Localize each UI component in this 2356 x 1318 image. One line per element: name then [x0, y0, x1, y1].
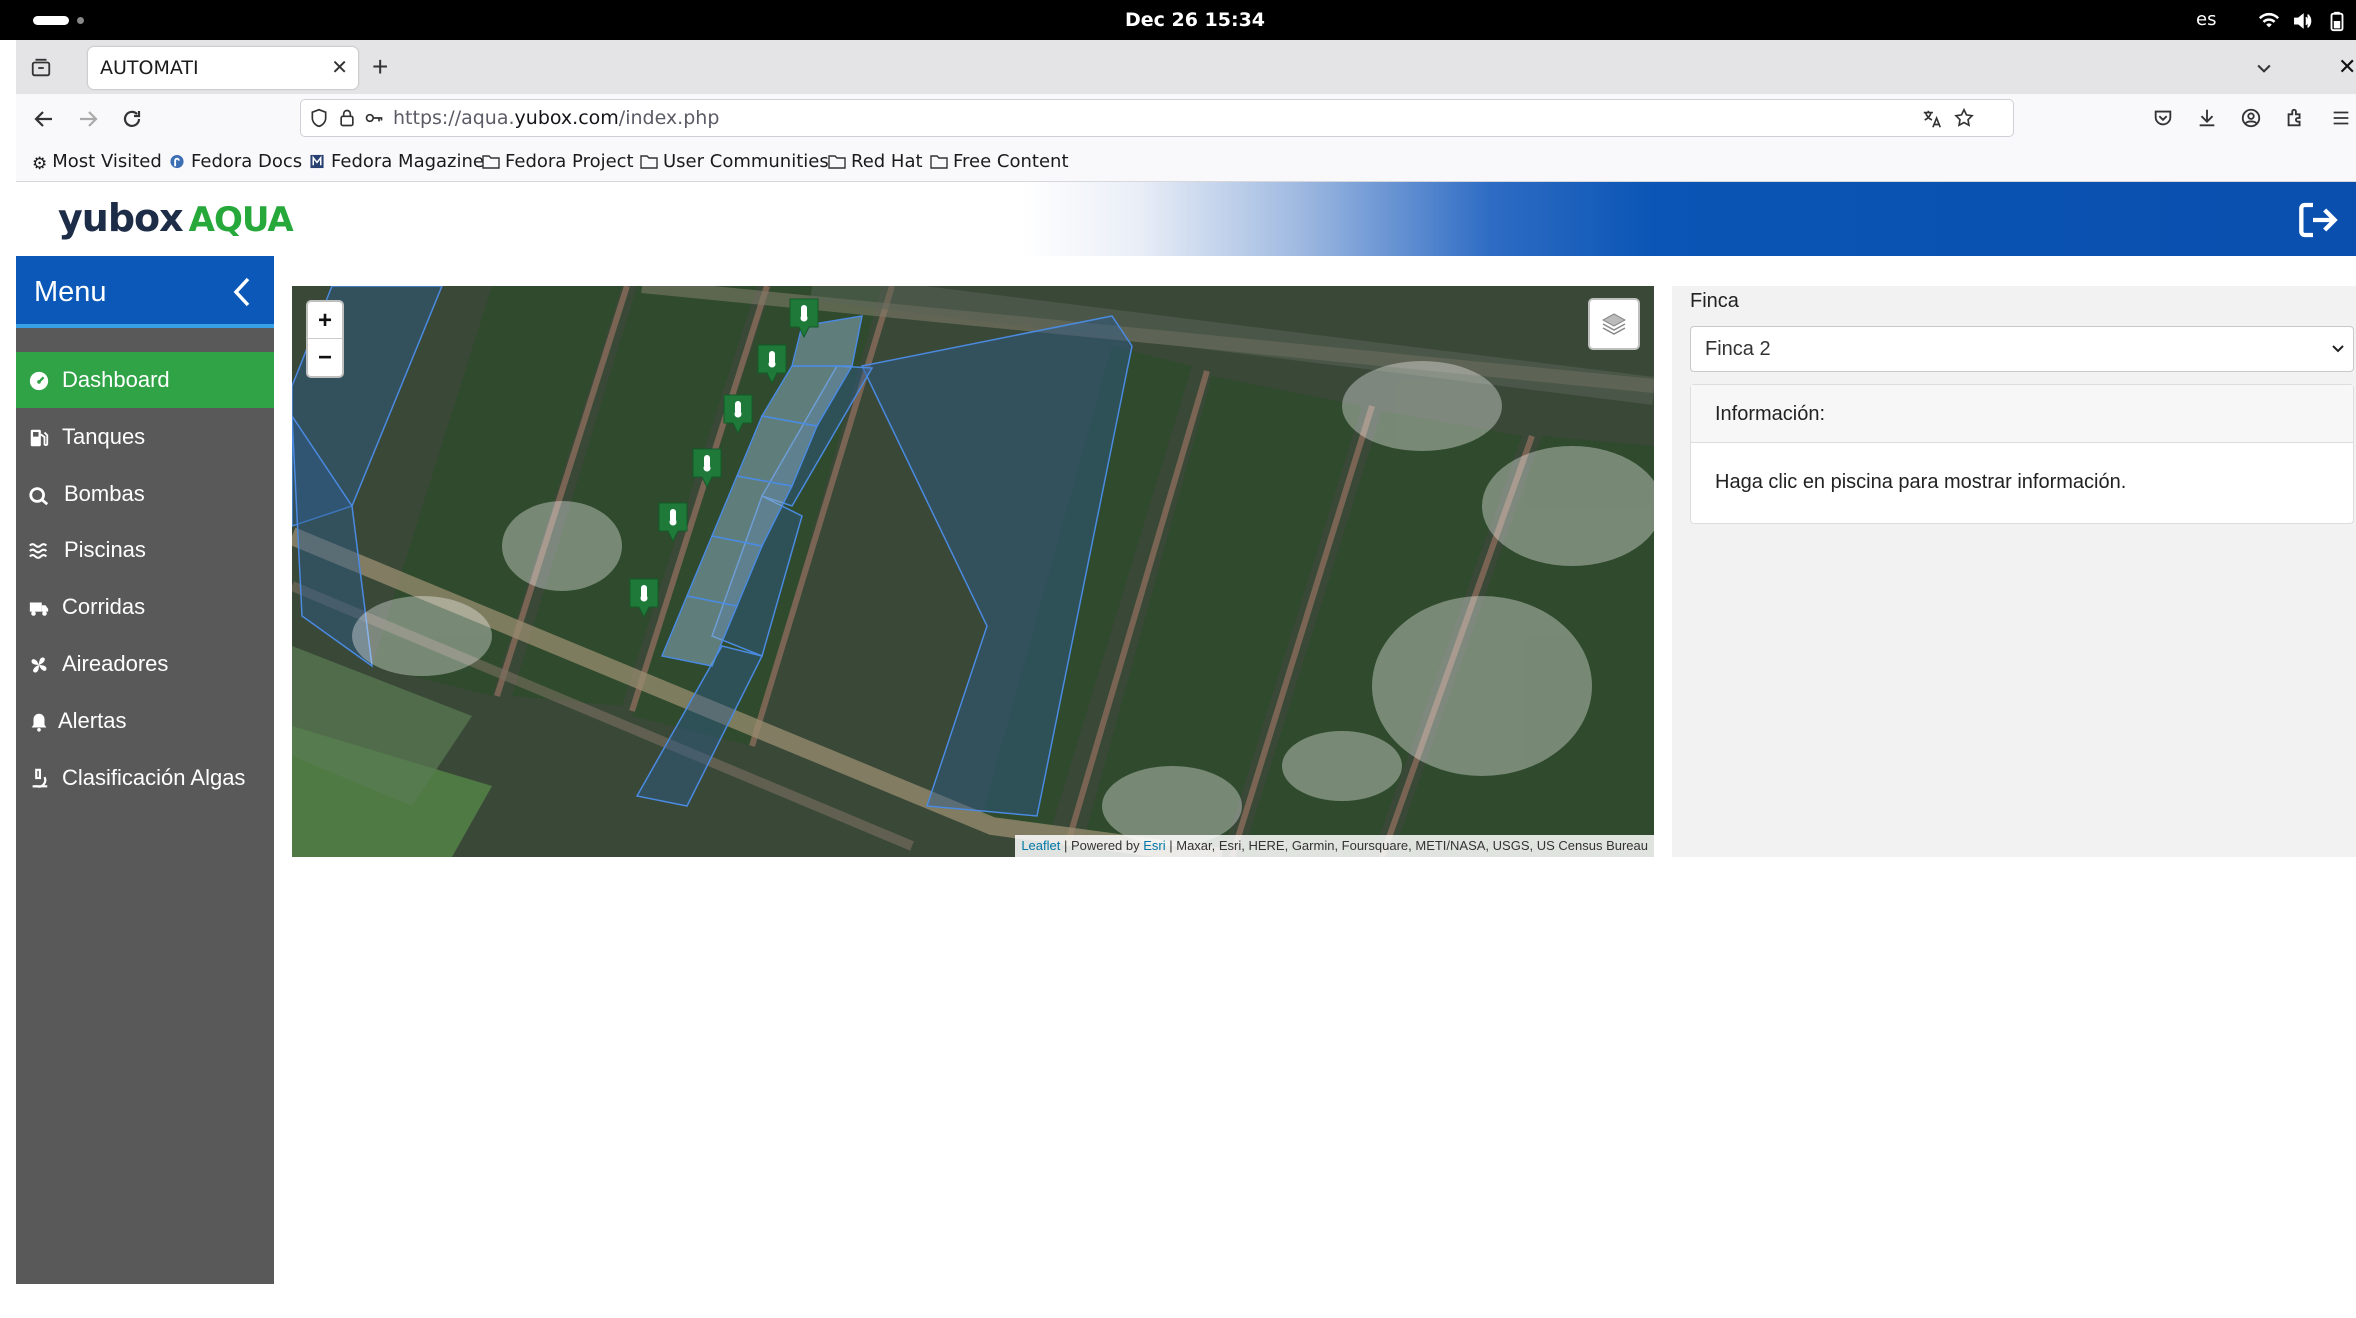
forward-arrow-icon[interactable]: [76, 107, 100, 131]
leaflet-link[interactable]: Leaflet: [1021, 838, 1060, 853]
sidebar-item-tanques[interactable]: Tanques: [16, 409, 274, 465]
finca-select[interactable]: Finca 2: [1690, 326, 2354, 372]
battery-icon[interactable]: [2326, 10, 2348, 32]
yubox-aqua-logo[interactable]: yubox AQUA: [58, 196, 294, 242]
sidebar-item-bombas[interactable]: Bombas: [16, 466, 274, 522]
sidebar-item-clasificacion-algas[interactable]: Clasificación Algas: [16, 750, 274, 806]
activities-indicator[interactable]: [33, 16, 69, 25]
shield-icon[interactable]: [309, 108, 329, 128]
sensor-marker-icon[interactable]: [656, 500, 690, 544]
tab-overview-icon[interactable]: [30, 57, 52, 79]
new-tab-icon[interactable]: +: [372, 48, 388, 86]
zoom-control: + −: [306, 300, 344, 378]
gauge-icon: [29, 371, 49, 391]
workspace-dot: [77, 17, 84, 24]
translate-icon[interactable]: [1921, 108, 1943, 130]
volume-icon[interactable]: [2292, 10, 2314, 32]
esri-link[interactable]: Esri: [1143, 838, 1165, 853]
bookmark-red-hat[interactable]: Red Hat: [828, 144, 923, 180]
menu-header: Menu: [16, 256, 274, 328]
input-language[interactable]: es: [2196, 0, 2216, 40]
wifi-icon[interactable]: [2258, 10, 2280, 32]
bell-icon: [31, 713, 47, 732]
close-tab-icon[interactable]: ✕: [331, 47, 348, 89]
satellite-imagery[interactable]: [292, 286, 1654, 857]
sensor-marker-icon[interactable]: [755, 342, 789, 386]
farm-satellite-map[interactable]: + − Leaflet | Powered by Esri | Maxar, E…: [292, 286, 1654, 857]
download-icon[interactable]: [2196, 107, 2218, 129]
finca-selected-value: Finca 2: [1705, 338, 1771, 360]
sidebar-item-piscinas[interactable]: Piscinas: [16, 522, 274, 578]
bookmarks-toolbar: ⚙ Most Visited Fedora Docs Fedora Magazin…: [16, 144, 2356, 182]
lock-icon[interactable]: [337, 108, 357, 128]
fuel-pump-icon: [30, 429, 49, 447]
finca-label: Finca: [1690, 290, 1739, 312]
water-icon: [29, 543, 48, 559]
folder-icon: [828, 155, 846, 169]
info-card-header: Información:: [1691, 385, 2353, 443]
chevron-down-icon[interactable]: [2254, 58, 2274, 78]
gear-icon: ⚙: [32, 154, 48, 174]
info-card: Información: Haga clic en piscina para m…: [1690, 384, 2354, 524]
microscope-icon: [32, 768, 48, 788]
info-panel: Finca Finca 2 Información: Haga clic en …: [1672, 286, 2356, 857]
truck-icon: [29, 602, 49, 616]
fedora-logo-icon: [170, 154, 184, 169]
system-clock[interactable]: Dec 26 15:34: [1100, 0, 1290, 40]
pump-icon: [29, 487, 49, 506]
pocket-icon[interactable]: [2152, 107, 2174, 129]
chevron-down-icon: [2332, 345, 2344, 353]
sidebar-item-dashboard[interactable]: Dashboard: [16, 352, 274, 408]
sensor-marker-icon[interactable]: [690, 446, 724, 490]
sidebar-item-aireadores[interactable]: Aireadores: [16, 636, 274, 692]
system-top-bar: Dec 26 15:34 es: [0, 0, 2356, 40]
map-attribution: Leaflet | Powered by Esri | Maxar, Esri,…: [1015, 835, 1654, 857]
browser-tab-strip: AUTOMATI ✕ + ✕: [16, 40, 2356, 94]
browser-nav-bar: https://aqua.yubox.com/index.php: [16, 94, 2356, 144]
sidebar-menu: Menu Dashboard Tanques Bombas Piscinas C…: [16, 256, 274, 1284]
sidebar-item-corridas[interactable]: Corridas: [16, 579, 274, 635]
sensor-marker-icon[interactable]: [721, 392, 755, 436]
hamburger-menu-icon[interactable]: [2330, 107, 2352, 129]
star-icon[interactable]: [1953, 107, 1975, 129]
sensor-marker-icon[interactable]: [627, 576, 661, 620]
layers-button[interactable]: [1588, 298, 1640, 350]
sensor-marker-icon[interactable]: [787, 296, 821, 340]
zoom-out-button[interactable]: −: [308, 339, 342, 376]
magazine-icon: [310, 154, 324, 169]
collapse-chevron-icon[interactable]: [232, 276, 252, 308]
bookmark-free-content[interactable]: Free Content: [930, 144, 1069, 180]
menu-title: Menu: [34, 276, 107, 308]
zoom-in-button[interactable]: +: [308, 302, 342, 339]
bookmark-fedora-docs[interactable]: Fedora Docs: [168, 144, 302, 180]
url-text: https://aqua.yubox.com/index.php: [393, 107, 720, 129]
bookmark-fedora-magazine[interactable]: Fedora Magazine: [308, 144, 484, 180]
info-card-body: Haga clic en piscina para mostrar inform…: [1715, 471, 2127, 493]
reload-icon[interactable]: [120, 107, 144, 131]
app-header: yubox AQUA: [16, 182, 2356, 256]
url-bar[interactable]: https://aqua.yubox.com/index.php: [300, 99, 2014, 137]
folder-icon: [930, 155, 948, 169]
close-window-icon[interactable]: ✕: [2338, 52, 2356, 82]
back-arrow-icon[interactable]: [32, 107, 56, 131]
browser-tab[interactable]: AUTOMATI ✕: [88, 47, 358, 89]
sidebar-item-alertas[interactable]: Alertas: [16, 693, 274, 749]
fan-icon: [31, 657, 47, 673]
bookmark-user-communities[interactable]: User Communities: [640, 144, 829, 180]
folder-icon: [640, 155, 658, 169]
bookmark-most-visited[interactable]: ⚙ Most Visited: [32, 144, 162, 180]
folder-icon: [482, 155, 500, 169]
account-icon[interactable]: [2240, 107, 2262, 129]
key-icon[interactable]: [363, 108, 385, 128]
bookmark-fedora-project[interactable]: Fedora Project: [482, 144, 634, 180]
logout-icon[interactable]: [2296, 200, 2340, 240]
layers-icon: [1601, 313, 1627, 335]
tab-title: AUTOMATI: [100, 57, 199, 79]
extensions-icon[interactable]: [2284, 107, 2306, 129]
